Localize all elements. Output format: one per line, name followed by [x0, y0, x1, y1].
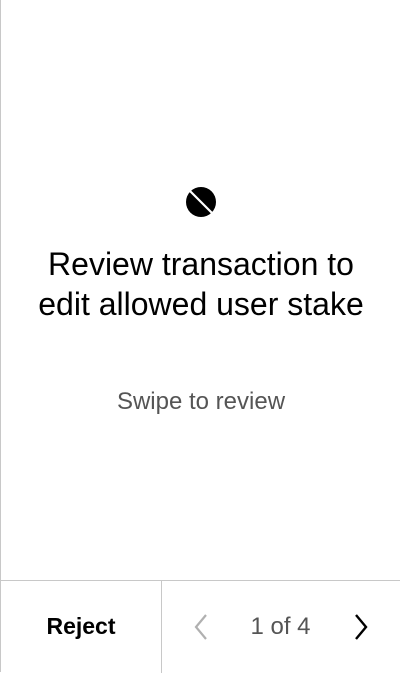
page-indicator: 1 of 4: [250, 613, 311, 640]
reject-button[interactable]: Reject: [1, 581, 161, 672]
navigation-footer: Reject 1 of 4: [1, 580, 400, 673]
previous-page-button[interactable]: [183, 609, 219, 645]
chevron-left-icon: [194, 614, 207, 640]
device-screen: Review transaction to edit allowed user …: [0, 0, 400, 673]
page-title: Review transaction to edit allowed user …: [38, 246, 364, 322]
review-content: Review transaction to edit allowed user …: [1, 0, 400, 580]
chevron-right-icon: [355, 614, 368, 640]
next-page-button[interactable]: [343, 609, 379, 645]
page-navigation: 1 of 4: [162, 581, 400, 672]
swipe-hint: Swipe to review: [116, 388, 286, 415]
ontology-logo-icon: [186, 187, 216, 217]
